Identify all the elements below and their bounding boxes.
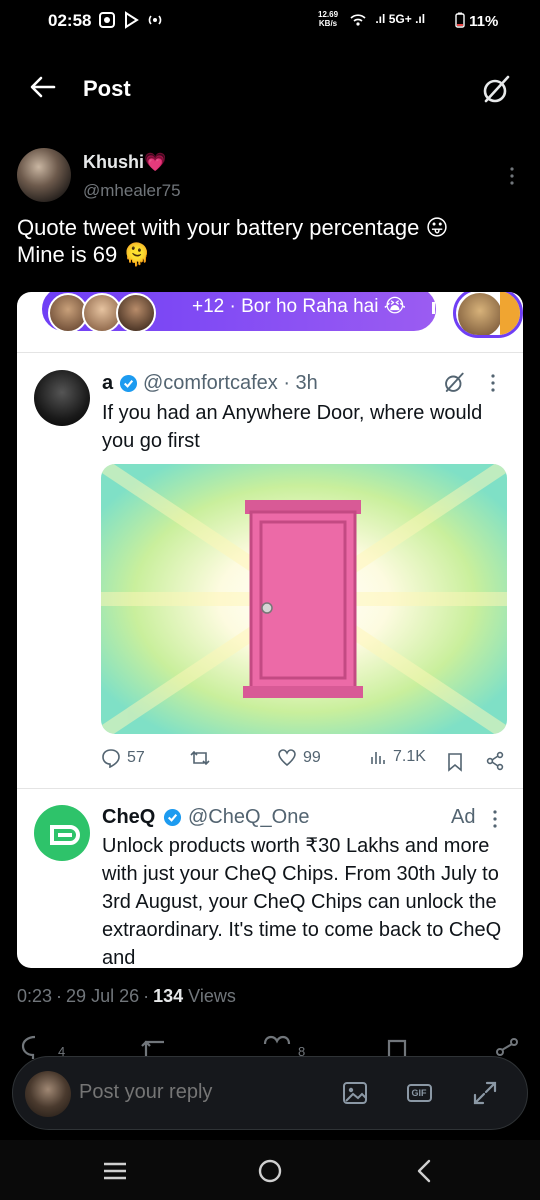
- post-date: 29 Jul 26: [66, 986, 140, 1006]
- wifi-icon: [350, 14, 366, 26]
- author-avatar[interactable]: [17, 148, 71, 202]
- quoted-retweet-action: [189, 748, 211, 768]
- quoted-author-name: a: [102, 372, 114, 394]
- menu-icon[interactable]: [100, 1156, 130, 1186]
- top-app-bar: Post: [0, 60, 540, 120]
- verified-badge-icon: [163, 808, 182, 827]
- ad-label: Ad: [451, 806, 476, 828]
- cheq-logo-icon: [50, 825, 80, 845]
- back-arrow-icon[interactable]: [28, 72, 58, 102]
- author-name[interactable]: Khushi💗: [83, 152, 166, 173]
- user-avatar: [25, 1071, 71, 1117]
- more-options-icon[interactable]: [505, 166, 519, 186]
- home-circle-icon[interactable]: [255, 1156, 285, 1186]
- post-time: 0:23: [17, 986, 53, 1006]
- quoted-tweet-text: If you had an Anywhere Door, where would…: [102, 402, 483, 452]
- door-illustration: [101, 464, 507, 734]
- status-bar: 02:58 12.69 KB/s .ıl 5G+ .ıl 11%: [0, 0, 540, 44]
- spaces-banner: +12 · Bor ho Raha hai 😭: [39, 292, 442, 334]
- signal-bars-icon: .ıl: [375, 12, 386, 26]
- battery-percent: 11%: [469, 13, 499, 30]
- author-handle[interactable]: @mhealer75: [83, 181, 181, 201]
- heart-icon: [263, 1035, 291, 1045]
- spaces-title: +12 · Bor ho Raha hai 😭: [192, 296, 406, 317]
- status-notification-icons: [98, 11, 164, 29]
- grok-icon: [445, 372, 464, 392]
- battery-indicator: 11%: [455, 12, 498, 30]
- reply-input[interactable]: [79, 1081, 319, 1104]
- cheq-logo: [34, 805, 90, 861]
- battery-icon: [455, 12, 465, 28]
- hotspot-notification-icon: [148, 15, 162, 25]
- quoted-tweet-actions: 57 99 7.1K: [101, 748, 521, 778]
- ad-author-name: CheQ: [102, 806, 156, 828]
- spaces-host-avatar-3: [116, 293, 156, 333]
- heart-icon: [278, 749, 296, 767]
- status-time: 02:58: [48, 11, 92, 30]
- quoted-views-count: 7.1K: [393, 748, 426, 765]
- chevron-left-icon[interactable]: [410, 1156, 440, 1186]
- author-name-emoji: 💗: [144, 152, 167, 172]
- signal-bars-2-icon: .ıl: [415, 12, 426, 26]
- more-options-icon: [493, 810, 497, 828]
- attached-screenshot[interactable]: +12 · Bor ho Raha hai 😭 a @comfortcafex …: [17, 292, 523, 968]
- system-navigation-bar: [0, 1140, 540, 1200]
- quoted-like-action: 99: [277, 748, 321, 768]
- divider: [17, 352, 523, 353]
- play-notification-icon: [125, 11, 139, 29]
- image-icon[interactable]: [341, 1079, 369, 1107]
- quoted-like-count: 99: [303, 749, 321, 766]
- tweet-text-line-2: Mine is 69 🫠: [17, 242, 151, 267]
- post-metadata: 0:23 · 29 Jul 26 · 134 Views: [17, 986, 236, 1006]
- signal-indicators: .ıl 5G+ .ıl: [350, 12, 425, 27]
- settings-notification-icon: [99, 12, 115, 28]
- retweet-icon: [190, 750, 210, 766]
- quoted-reply-count: 57: [127, 749, 145, 766]
- tweet-text: Quote tweet with your battery percentage…: [17, 214, 517, 268]
- quoted-reply-action: 57: [101, 748, 145, 768]
- expand-icon[interactable]: [471, 1079, 499, 1107]
- share-icon: [486, 751, 504, 771]
- door-illustration-svg: [101, 464, 507, 734]
- grok-icon[interactable]: [478, 72, 514, 108]
- ad-text: Unlock products worth ₹30 Lakhs and more…: [102, 835, 502, 968]
- quoted-author-avatar: [34, 370, 90, 426]
- page-title: Post: [83, 76, 131, 101]
- spaces-avatar-cropped: [453, 292, 523, 338]
- tweet-text-line-1: Quote tweet with your battery percentage…: [17, 215, 449, 240]
- post-view-count: 134: [153, 986, 184, 1006]
- quoted-views-action: 7.1K: [369, 748, 426, 766]
- gif-icon[interactable]: GIF: [405, 1079, 433, 1107]
- gif-label: GIF: [406, 1084, 432, 1102]
- ad-handle: @CheQ_One: [188, 806, 310, 828]
- verified-badge-icon: [119, 374, 138, 393]
- more-options-icon: [491, 374, 495, 392]
- views-icon: [371, 752, 385, 764]
- audio-wave-icon: [432, 302, 442, 314]
- network-speed: 12.69 KB/s: [318, 10, 339, 28]
- reply-icon: [102, 749, 120, 768]
- post-views-label: Views: [188, 986, 236, 1006]
- quoted-handle-time: @comfortcafex · 3h: [143, 372, 318, 394]
- post-actions: 4 8: [0, 1034, 540, 1060]
- network-type: 5G+: [388, 12, 412, 26]
- reply-composer: GIF: [12, 1056, 528, 1130]
- divider: [17, 788, 523, 789]
- bookmark-icon: [448, 753, 462, 772]
